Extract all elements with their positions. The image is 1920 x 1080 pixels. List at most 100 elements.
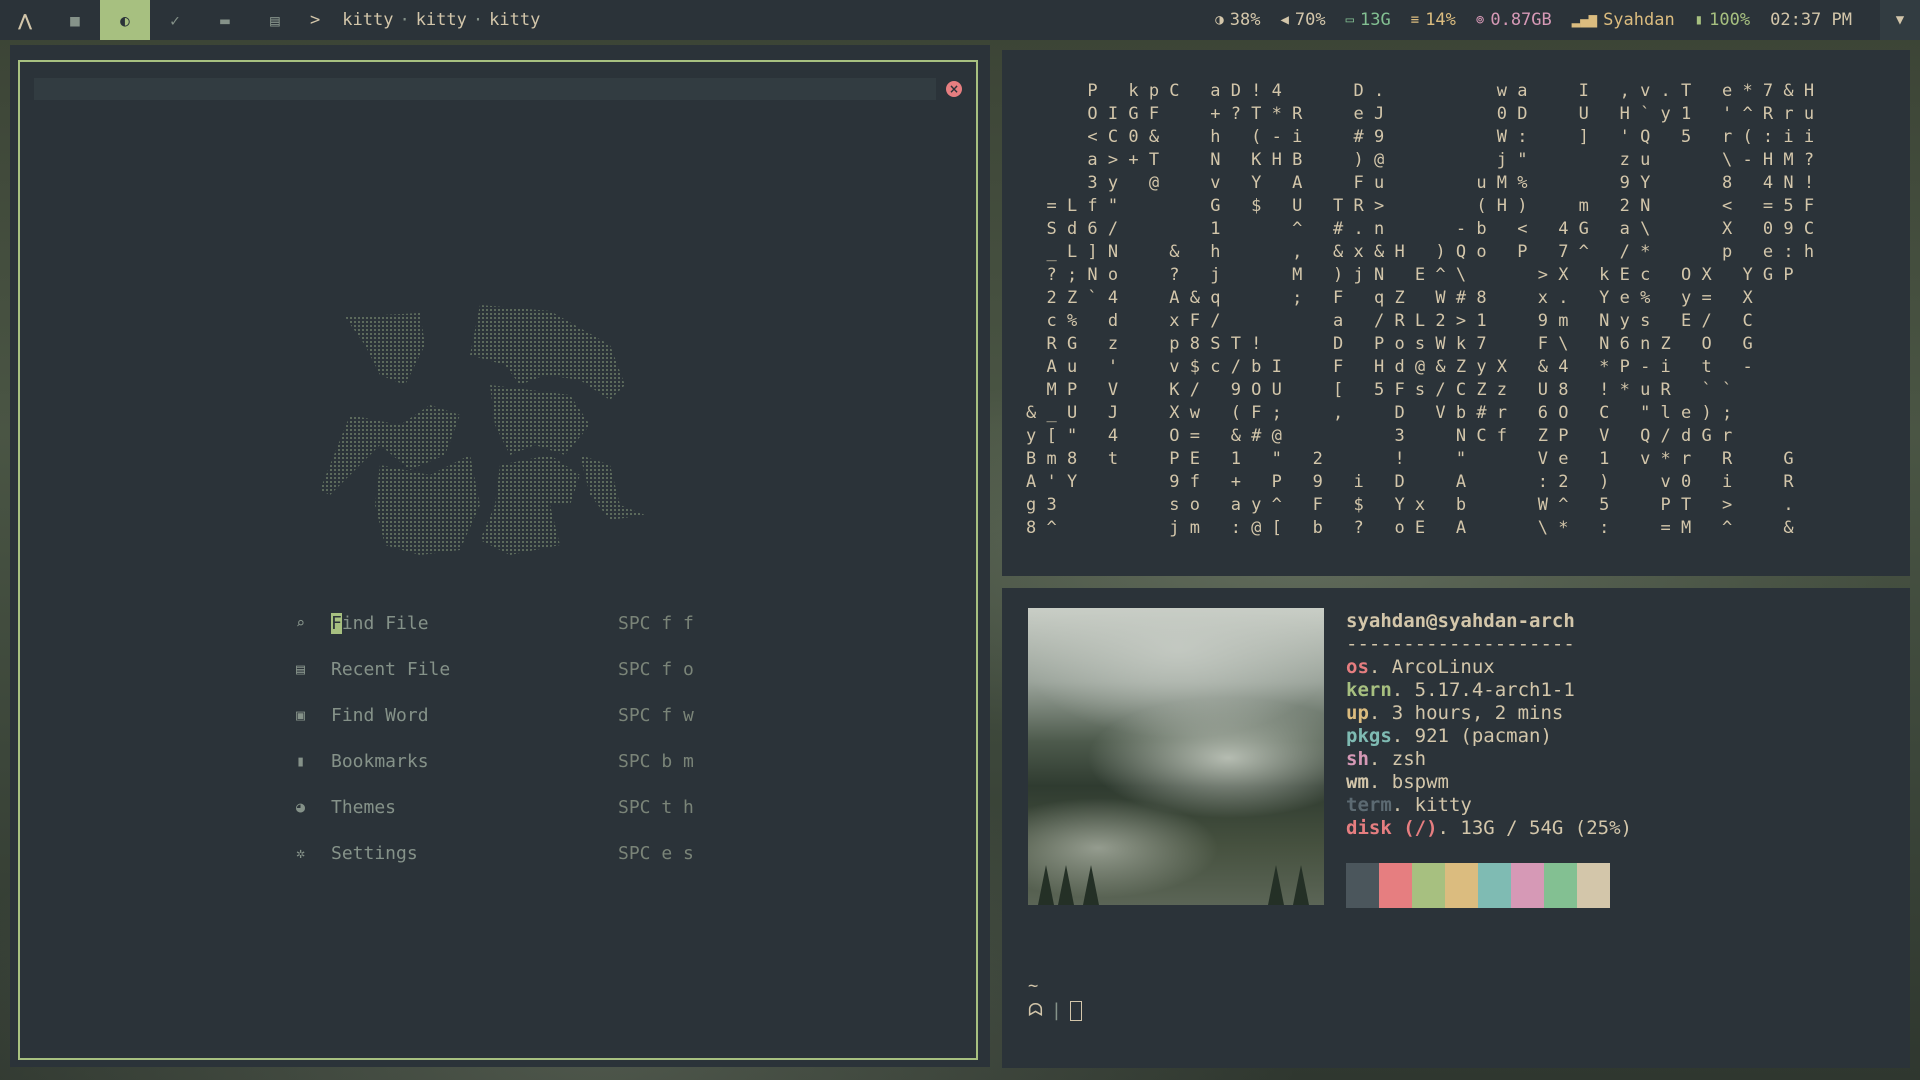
top-bar: ⋀ ■ ◐ ✓ ▬ ▤ > kitty · kitty · kitty ◑ 38% ◀ 70% ▭ 13G ≡… — [0, 0, 1920, 40]
text-cursor: F — [331, 612, 342, 634]
matrix-terminal-window[interactable]: P k p C a D ! 4 D . w a I , v . T e * 7 … — [1002, 50, 1910, 576]
fetch-row: kern. 5.17.4-arch1-1 — [1346, 679, 1632, 702]
menu-item-shortcut: SPC b m — [618, 750, 694, 772]
window-title-part: kitty — [489, 10, 541, 30]
menu-item-bookmarks[interactable]: ▮ Bookmarks SPC b m — [296, 738, 716, 784]
palette-icon: ◕ — [296, 798, 306, 816]
module-value: 38% — [1229, 10, 1261, 30]
network-icon: ▂▄▆ — [1571, 12, 1598, 28]
search-icon: ⌕ — [296, 614, 306, 632]
fetch-key: wm — [1346, 771, 1369, 793]
palette-swatch — [1478, 863, 1511, 908]
fetch-terminal-window[interactable]: syahdan@syahdan-arch -------------------… — [1002, 588, 1910, 1068]
fetch-row: wm. bspwm — [1346, 771, 1632, 794]
tree-shape — [1083, 865, 1099, 905]
battery-icon: ▮ — [1694, 12, 1704, 28]
menu-item-shortcut: SPC f o — [618, 658, 694, 680]
fetch-key: pkgs — [1346, 725, 1392, 747]
volume-module[interactable]: ◀ 70% — [1280, 10, 1325, 30]
module-value: 13G — [1360, 10, 1391, 30]
cpu-module[interactable]: ≡ 14% — [1411, 10, 1456, 30]
palette-swatch — [1511, 863, 1544, 908]
module-value: 70% — [1294, 10, 1326, 30]
search-input[interactable] — [34, 78, 936, 100]
window-title-part: kitty — [342, 10, 394, 30]
cpu-icon: ≡ — [1410, 12, 1420, 28]
menu-item-label: Bookmarks — [331, 750, 429, 772]
fetch-row: disk (/). 13G / 54G (25%) — [1346, 817, 1632, 840]
fetch-info: syahdan@syahdan-arch -------------------… — [1346, 610, 1632, 840]
module-value: 100% — [1709, 10, 1751, 30]
volume-icon: ◀ — [1280, 12, 1289, 28]
fetch-value: . 921 (pacman) — [1391, 725, 1552, 747]
fetch-value: . 13G / 54G (25%) — [1437, 817, 1632, 839]
menu-item-label: Settings — [331, 842, 418, 864]
prompt-symbol: > — [310, 10, 321, 30]
fetch-row: up. 3 hours, 2 mins — [1346, 702, 1632, 725]
fetch-row: sh. zsh — [1346, 748, 1632, 771]
network-module[interactable]: ▂▄▆ Syahdan — [1572, 10, 1675, 30]
menu-item-shortcut: SPC e s — [618, 842, 694, 864]
close-icon[interactable]: × — [946, 81, 962, 97]
fetch-value: . ArcoLinux — [1368, 656, 1495, 678]
file-icon[interactable]: ▤ — [250, 0, 300, 40]
folder-icon[interactable]: ▬ — [200, 0, 250, 40]
palette-swatch — [1379, 863, 1412, 908]
menu-item-label: Recent File — [331, 658, 451, 680]
fetch-row: term. kitty — [1346, 794, 1632, 817]
brightness-icon: ◑ — [1215, 12, 1224, 28]
fetch-value: . zsh — [1368, 748, 1427, 770]
fetch-value: . 5.17.4-arch1-1 — [1391, 679, 1575, 701]
fetch-key: sh — [1346, 748, 1369, 770]
square-icon[interactable]: ■ — [50, 0, 100, 40]
fetch-image — [1028, 608, 1324, 905]
fetch-key: term — [1346, 794, 1392, 816]
menu-item-themes[interactable]: ◕ Themes SPC t h — [296, 784, 716, 830]
prompt-pipe: | — [1050, 1000, 1062, 1021]
word-icon: ▣ — [296, 706, 306, 724]
tree-shape — [1038, 865, 1054, 905]
tree-shape — [1058, 865, 1074, 905]
disk-module[interactable]: ▭ 13G — [1346, 10, 1391, 30]
palette-swatch — [1577, 863, 1610, 908]
disk-icon: ▭ — [1345, 12, 1355, 28]
menu-item-shortcut: SPC f f — [618, 612, 694, 634]
bookmark-icon: ▮ — [296, 752, 306, 770]
tree-shape — [1293, 865, 1309, 905]
ghost-icon: ᗣ — [1028, 1000, 1043, 1021]
circle-half-icon[interactable]: ◐ — [100, 0, 150, 40]
tree-shape — [1268, 865, 1284, 905]
recent-file-icon: ▤ — [296, 660, 306, 678]
shell-prompt[interactable]: ᗣ | — [1028, 1000, 1082, 1021]
fetch-value: . 3 hours, 2 mins — [1368, 702, 1564, 724]
logo-shape — [320, 305, 645, 555]
battery-module[interactable]: ▮ 100% — [1695, 10, 1750, 30]
clock[interactable]: 02:37 PM — [1770, 10, 1852, 30]
module-value: 14% — [1425, 10, 1456, 30]
gear-icon: ✲ — [296, 844, 306, 862]
check-icon[interactable]: ✓ — [150, 0, 200, 40]
memory-module[interactable]: ⊚ 0.87GB — [1476, 10, 1552, 30]
menu-item-find-word[interactable]: ▣ Find Word SPC f w — [296, 692, 716, 738]
brightness-module[interactable]: ◑ 38% — [1215, 10, 1260, 30]
fetch-row: os. ArcoLinux — [1346, 656, 1632, 679]
window-title: kitty · kitty · kitty — [342, 10, 540, 30]
fetch-key: up — [1346, 702, 1369, 724]
palette-swatch — [1544, 863, 1577, 908]
palette-swatch — [1412, 863, 1445, 908]
menu-item-shortcut: SPC t h — [618, 796, 694, 818]
menu-item-recent-file[interactable]: ▤ Recent File SPC f o — [296, 646, 716, 692]
fetch-key: kern — [1346, 679, 1392, 701]
text-cursor — [1069, 1000, 1082, 1021]
menu-item-label: Themes — [331, 796, 397, 818]
arch-logo-icon[interactable]: ⋀ — [0, 0, 50, 40]
menu-item-ind-file[interactable]: ⌕ Find File SPC f f — [296, 600, 716, 646]
chevron-down-icon[interactable]: ▼ — [1880, 0, 1920, 40]
title-separator: · — [399, 10, 410, 30]
palette-swatch — [1445, 863, 1478, 908]
menu-item-settings[interactable]: ✲ Settings SPC e s — [296, 830, 716, 876]
menu-item-label: Find Word — [331, 704, 429, 726]
workspace-list: ⋀ ■ ◐ ✓ ▬ ▤ — [0, 0, 300, 40]
menu-item-label: Find File — [331, 612, 429, 634]
matrix-rain-text: P k p C a D ! 4 D . w a I , v . T e * 7 … — [1026, 81, 1815, 538]
